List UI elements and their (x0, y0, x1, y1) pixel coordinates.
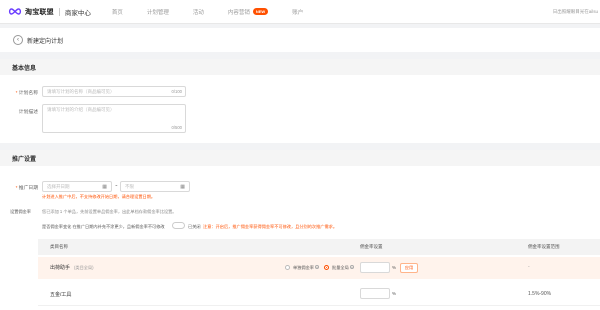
radio-batch-global-label: 批量全局? (332, 265, 354, 270)
user-account-info[interactable]: 日出照耀眼目光在ailsu (553, 9, 598, 15)
rule-tip: 注意：开启后，推广佣金率获得佣金率不可修改，且分别的次推广需求。 (203, 224, 338, 229)
nav-home[interactable]: 首页 (112, 8, 123, 16)
nav-content-marketing[interactable]: 内容营销 NEW (227, 8, 269, 16)
radio-batch-global[interactable] (324, 265, 329, 270)
apply-button[interactable]: 应用 (400, 263, 418, 273)
row-range: 1.5%-90% (528, 291, 552, 297)
calendar-icon: ▦ (180, 183, 185, 190)
subbrand-name: 商家中心 (64, 9, 91, 17)
toggle-state: 已关闭 (188, 224, 201, 229)
date-start-placeholder: 选择开日期 (47, 183, 70, 189)
top-navbar: 淘宝联盟 商家中心 首页 计划管理 活动 内容营销 NEW 账户 日出照耀眼目光在… (0, 0, 600, 24)
th-range: 佣金率设置范围 (528, 244, 560, 249)
th-commission: 佣金率设置 (360, 244, 383, 249)
help-icon: ? (349, 265, 354, 270)
plan-name-input[interactable]: 请填写计划的名称（商品编可见） 0/100 (42, 86, 186, 97)
arrow-left-icon[interactable]: ‹ (13, 35, 23, 45)
nav-activities[interactable]: 活动 (193, 8, 204, 16)
commission-note: 您已添加 1 个单品，先前设置单品佣金率，出此单档存款佣金率比设置。 (42, 209, 177, 214)
plan-name-counter: 0/100 (171, 89, 182, 94)
row-category-tag: (类目全局) (74, 265, 94, 270)
row-range: - (528, 264, 530, 270)
logo[interactable]: 淘宝联盟 商家中心 (8, 7, 91, 17)
section-title: 基本信息 (0, 59, 600, 75)
commission-toggle[interactable] (172, 222, 185, 229)
nav-content-marketing-label: 内容营销 (227, 9, 250, 16)
date-tip: 计划进入推广中后，不支持修改开始日期，请合理设置日期。 (42, 194, 156, 199)
page-title: 新建定向计划 (27, 38, 64, 45)
percent-sign: % (392, 265, 397, 270)
infinity-logo-icon (8, 8, 22, 15)
th-category: 类目名称 (50, 244, 68, 249)
basic-info-section: 基本信息 * 计划名称 请填写计划的名称（商品编可见） 0/100 计划描述 请… (0, 59, 600, 143)
percent-sign: % (392, 291, 397, 296)
radio-single-rate-label: 单独佣金率? (293, 265, 319, 270)
row-category-name: 出荷助手 (50, 265, 71, 271)
brand-divider (58, 7, 60, 16)
help-icon: ? (314, 265, 319, 270)
plan-desc-placeholder: 请填写计划的介绍（商品编可见） (47, 107, 115, 112)
commission-rate-input[interactable] (360, 262, 390, 273)
section-title: 推广设置 (0, 150, 600, 166)
commission-rule-text: 是否佣金率变化 在推广日期内补充不涂更少，且新佣金率不可修改 (42, 224, 165, 229)
commission-rate-input[interactable] (360, 288, 390, 299)
brand-name: 淘宝联盟 (25, 8, 54, 16)
radio-single-rate[interactable] (285, 265, 290, 270)
commission-table-header: 类目名称 佣金率设置 佣金率设置范围 (38, 239, 600, 255)
plan-desc-label: 计划描述 (18, 110, 38, 115)
plan-name-label: * 计划名称 (15, 91, 38, 96)
date-start-input[interactable]: 选择开日期 ▦ (42, 181, 112, 192)
new-badge: NEW (252, 8, 269, 15)
row-category-name: 五金/工具 (50, 292, 72, 298)
date-end-input[interactable]: 不限 ▦ (120, 181, 190, 192)
plan-desc-textarea[interactable]: 请填写计划的介绍（商品编可见） 0/500 (42, 104, 186, 133)
calendar-icon: ▦ (102, 183, 107, 190)
table-row: 五金/工具 % 1.5%-90% (38, 284, 600, 306)
promo-date-label: * 推广日期 (15, 186, 38, 191)
date-separator: ~ (115, 183, 118, 188)
plan-desc-counter: 0/500 (171, 125, 182, 130)
plan-name-placeholder: 请填写计划的名称（商品编可见） (47, 88, 115, 94)
promo-settings-section: 推广设置 * 推广日期 选择开日期 ▦ ~ 不限 ▦ 计划进入推广中后，不支持修… (0, 150, 600, 310)
table-row: 出荷助手 (类目全局) 单独佣金率? 批量全局? % 应用 - (38, 257, 600, 279)
page-title-bar: ‹ 新建定向计划 (0, 28, 600, 52)
nav-plan-management[interactable]: 计划管理 (147, 8, 169, 16)
commission-label: 设置佣金率 (10, 209, 31, 214)
nav-account[interactable]: 账户 (292, 8, 303, 16)
main-nav: 首页 计划管理 活动 内容营销 NEW 账户 (112, 8, 327, 16)
date-end-placeholder: 不限 (125, 183, 134, 189)
